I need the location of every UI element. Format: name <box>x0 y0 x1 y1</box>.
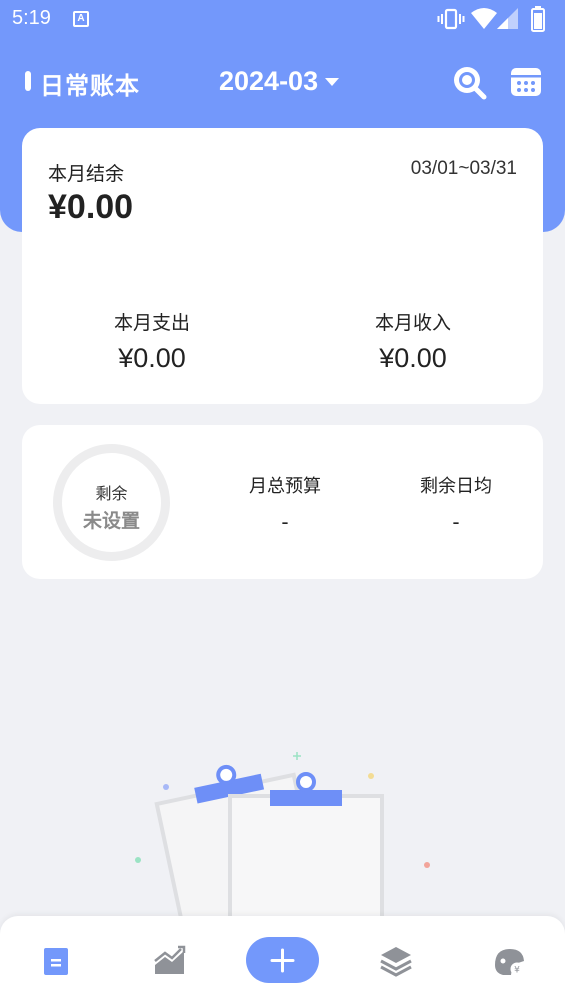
empty-clipboard-illustration <box>135 752 430 940</box>
expense-label: 本月支出 <box>113 312 190 334</box>
expense-column: 本月支出 ¥0.00 <box>52 308 252 374</box>
wifi-icon <box>471 8 497 29</box>
ledger-icon[interactable] <box>36 941 76 981</box>
monthly-budget-label: 月总预算 <box>249 476 321 497</box>
vibrate-icon <box>437 8 465 30</box>
bottom-navigation: ¥ <box>0 916 565 1004</box>
monthly-budget-column: 月总预算 - <box>210 472 360 534</box>
battery-icon <box>531 6 545 32</box>
app-bar: 日常账本 2024-03 <box>0 56 565 108</box>
add-icon <box>270 948 295 973</box>
daily-remaining-label: 剩余日均 <box>420 476 492 497</box>
daily-remaining-value: - <box>452 510 460 534</box>
svg-text:¥: ¥ <box>514 966 520 976</box>
title-indicator <box>25 71 31 91</box>
monthly-budget-value: - <box>281 510 289 534</box>
monthly-summary-card[interactable]: 本月结余 03/01~03/31 ¥0.00 本月支出 ¥0.00 本月收入 ¥… <box>22 128 543 404</box>
signal-icon <box>497 8 518 29</box>
daily-remaining-column: 剩余日均 - <box>381 472 531 534</box>
layers-icon[interactable] <box>376 941 416 981</box>
add-record-button[interactable] <box>246 937 319 983</box>
balance-label: 本月结余 <box>48 163 125 185</box>
date-range: 03/01~03/31 <box>410 158 517 179</box>
income-label: 本月收入 <box>374 312 451 334</box>
calendar-icon[interactable] <box>506 62 546 102</box>
search-icon[interactable] <box>449 62 489 102</box>
budget-card[interactable]: 剩余 未设置 月总预算 - 剩余日均 - <box>22 425 543 579</box>
expense-value: ¥0.00 <box>118 343 186 373</box>
ring-value: 未设置 <box>82 510 140 532</box>
piggy-bank-icon[interactable]: ¥ <box>489 941 529 981</box>
month-selector[interactable]: 2024-03 <box>219 66 340 97</box>
month-label: 2024-03 <box>219 66 319 96</box>
notification-icon: A <box>73 11 89 27</box>
dropdown-caret-icon <box>325 77 340 86</box>
ledger-title[interactable]: 日常账本 <box>40 66 140 101</box>
budget-ring: 剩余 未设置 <box>53 444 170 561</box>
income-column: 本月收入 ¥0.00 <box>313 308 513 374</box>
status-bar: 5:19 A <box>0 0 565 38</box>
balance-value: ¥0.00 <box>48 188 134 226</box>
chart-icon[interactable] <box>150 941 190 981</box>
ring-label: 剩余 <box>95 484 128 503</box>
status-time: 5:19 <box>12 7 51 29</box>
income-value: ¥0.00 <box>379 343 447 373</box>
